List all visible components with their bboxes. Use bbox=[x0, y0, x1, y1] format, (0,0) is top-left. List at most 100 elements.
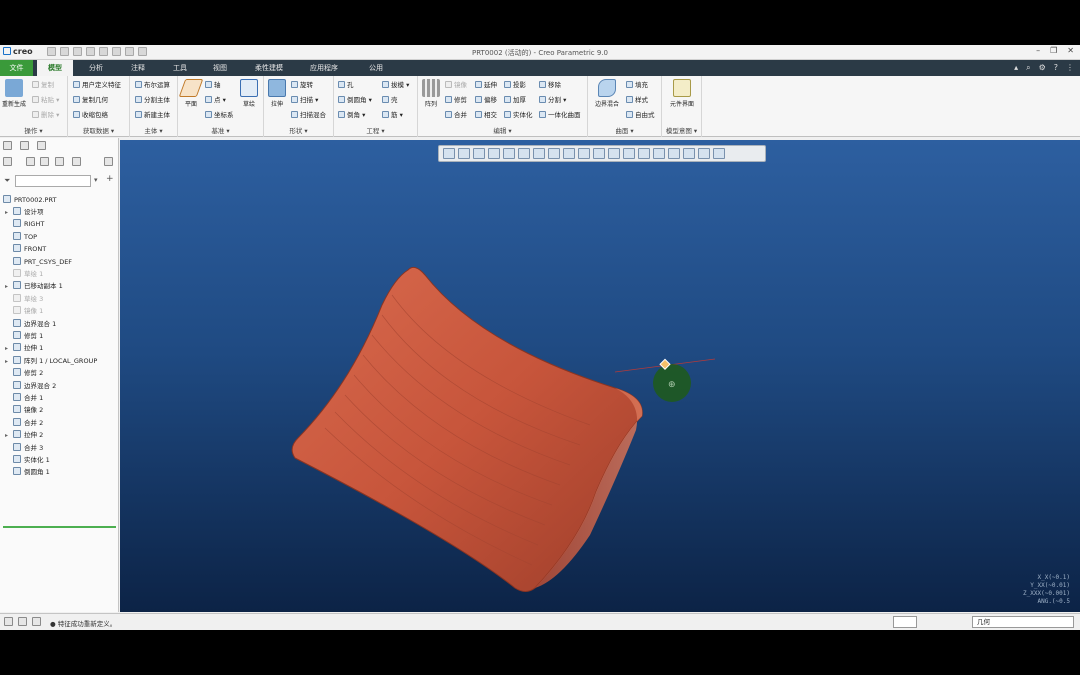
tree-item[interactable]: ▸ 已移动副本 1 bbox=[5, 280, 63, 292]
offset-button[interactable]: 偏移 bbox=[475, 94, 497, 104]
revolve-button[interactable]: 旋转 bbox=[291, 79, 313, 89]
tree-show-icon[interactable] bbox=[3, 157, 12, 166]
graphics-viewport[interactable]: ⊕ X_X(~0.1) Y_XX(~0.01) Z_XXX(~0.001) AN… bbox=[120, 140, 1080, 612]
expand-icon[interactable]: ▸ bbox=[5, 207, 13, 219]
tree-item[interactable]: FRONT bbox=[5, 243, 46, 255]
mirror-button[interactable]: 镜像 bbox=[445, 79, 467, 89]
revolved-part-model[interactable] bbox=[291, 266, 643, 592]
tree-item[interactable]: 镜像 2 bbox=[5, 404, 43, 416]
tree-item[interactable]: ▸ 拉伸 2 bbox=[5, 429, 43, 441]
round-button[interactable]: 倒圆角 ▾ bbox=[338, 94, 372, 104]
freestyle-button[interactable]: 自由式 bbox=[626, 109, 655, 119]
tab-flexible-modeling[interactable]: 柔性建模 bbox=[248, 60, 290, 76]
project-button[interactable]: 投影 bbox=[504, 79, 526, 89]
expand-icon[interactable]: ▸ bbox=[5, 343, 13, 355]
close-icon[interactable]: ✕ bbox=[1067, 46, 1074, 55]
tree-list-icon[interactable] bbox=[26, 157, 35, 166]
plane-button[interactable]: 平面 bbox=[178, 79, 204, 108]
tree-search-input[interactable] bbox=[15, 175, 91, 187]
thicken-button[interactable]: 加厚 bbox=[504, 94, 526, 104]
expand-icon[interactable]: ▸ bbox=[5, 281, 13, 293]
point-button[interactable]: 点 ▾ bbox=[205, 94, 226, 104]
status-icon-3[interactable] bbox=[32, 617, 41, 626]
fill-button[interactable]: 填充 bbox=[626, 79, 648, 89]
tree-item[interactable]: 镜像 1 bbox=[5, 305, 43, 317]
insert-here-marker[interactable] bbox=[3, 526, 116, 528]
unify-surface-button[interactable]: 一体化曲面 bbox=[539, 109, 581, 119]
tree-item[interactable]: 边界混合 2 bbox=[5, 380, 56, 392]
paste-button[interactable]: 粘贴 ▾ bbox=[32, 94, 59, 104]
search-dropdown-icon[interactable]: ▾ bbox=[94, 176, 98, 184]
tab-analysis[interactable]: 分析 bbox=[80, 60, 112, 76]
tree-item[interactable]: PRT_CSYS_DEF bbox=[5, 256, 72, 268]
tree-item[interactable]: 修剪 1 bbox=[5, 330, 43, 342]
tree-item[interactable]: ▸ 拉伸 1 bbox=[5, 342, 43, 354]
tree-item[interactable]: TOP bbox=[5, 231, 37, 243]
tree-item[interactable]: 修剪 2 bbox=[5, 367, 43, 379]
csys-button[interactable]: 坐标系 bbox=[205, 109, 234, 119]
rib-button[interactable]: 筋 ▾ bbox=[382, 109, 403, 119]
tree-item[interactable]: ▸ 设计项 bbox=[5, 206, 44, 218]
udf-button[interactable]: 用户定义特征 bbox=[73, 79, 121, 89]
help-icon[interactable]: ? bbox=[1054, 63, 1058, 73]
status-icon-2[interactable] bbox=[18, 617, 27, 626]
axis-button[interactable]: 轴 bbox=[205, 79, 221, 89]
tab-model[interactable]: 模型 bbox=[37, 60, 73, 76]
intersect-button[interactable]: 相交 bbox=[475, 109, 497, 119]
tab-common[interactable]: 公用 bbox=[360, 60, 392, 76]
pattern-button[interactable]: 阵列 bbox=[418, 79, 444, 108]
regenerate-button[interactable]: 重新生成 bbox=[1, 79, 27, 108]
tree-layers-icon[interactable] bbox=[3, 141, 12, 150]
tree-item[interactable]: 草绘 3 bbox=[5, 293, 43, 305]
selection-tool[interactable] bbox=[893, 616, 917, 628]
minimize-icon[interactable]: – bbox=[1036, 46, 1040, 55]
more-icon[interactable]: ⋮ bbox=[1066, 63, 1074, 73]
style-button[interactable]: 样式 bbox=[626, 94, 648, 104]
delete-button[interactable]: 删除 ▾ bbox=[32, 109, 59, 119]
tree-item[interactable]: ▸ 阵列 1 / LOCAL_GROUP bbox=[5, 355, 97, 367]
split-body-button[interactable]: 分割主体 bbox=[135, 94, 170, 104]
tree-item[interactable]: 倒圆角 1 bbox=[5, 466, 50, 478]
tree-favorites-icon[interactable] bbox=[37, 141, 46, 150]
sketch-button[interactable]: 草绘 bbox=[236, 79, 262, 108]
new-body-button[interactable]: 新建主体 bbox=[135, 109, 170, 119]
swept-blend-button[interactable]: 扫描混合 bbox=[291, 109, 326, 119]
split-button[interactable]: 分割 ▾ bbox=[539, 94, 566, 104]
tree-item[interactable]: 合并 1 bbox=[5, 392, 43, 404]
tree-collapse-icon[interactable] bbox=[104, 157, 113, 166]
tab-annotate[interactable]: 注释 bbox=[122, 60, 154, 76]
tab-file[interactable]: 文件 bbox=[0, 60, 33, 76]
trim-button[interactable]: 修剪 bbox=[445, 94, 467, 104]
expand-icon[interactable]: ▸ bbox=[5, 356, 13, 368]
tab-applications[interactable]: 应用程序 bbox=[302, 60, 346, 76]
remove-button[interactable]: 移除 bbox=[539, 79, 561, 89]
hole-button[interactable]: 孔 bbox=[338, 79, 354, 89]
tree-folder-icon[interactable] bbox=[20, 141, 29, 150]
shell-button[interactable]: 壳 bbox=[382, 94, 398, 104]
extrude-button[interactable]: 拉伸 bbox=[264, 79, 290, 108]
restore-icon[interactable]: ❐ bbox=[1050, 46, 1057, 55]
tab-tools[interactable]: 工具 bbox=[164, 60, 196, 76]
boolean-button[interactable]: 布尔运算 bbox=[135, 79, 170, 89]
tree-item[interactable]: 合并 3 bbox=[5, 442, 43, 454]
tree-columns-icon[interactable] bbox=[40, 157, 49, 166]
selection-filter[interactable]: 几何 bbox=[972, 616, 1074, 628]
status-icon-1[interactable] bbox=[4, 617, 13, 626]
tree-item[interactable]: 合并 2 bbox=[5, 417, 43, 429]
draft-button[interactable]: 拔模 ▾ bbox=[382, 79, 409, 89]
tree-filter-icon[interactable] bbox=[72, 157, 81, 166]
copy-button[interactable]: 复制 bbox=[32, 79, 54, 89]
tree-item[interactable]: 实体化 1 bbox=[5, 454, 50, 466]
expand-icon[interactable]: ▸ bbox=[5, 430, 13, 442]
tree-item[interactable]: 边界混合 1 bbox=[5, 318, 56, 330]
shrinkwrap-button[interactable]: 收缩包络 bbox=[73, 109, 108, 119]
tree-item[interactable]: 草绘 1 bbox=[5, 268, 43, 280]
copy-geometry-button[interactable]: 复制几何 bbox=[73, 94, 108, 104]
chamfer-button[interactable]: 倒角 ▾ bbox=[338, 109, 365, 119]
boundary-blend-button[interactable]: 边界混合 bbox=[592, 79, 622, 108]
solidify-button[interactable]: 实体化 bbox=[504, 109, 533, 119]
search-icon[interactable]: ⌕ bbox=[1026, 63, 1030, 73]
add-icon[interactable]: + bbox=[106, 174, 114, 184]
component-interface-button[interactable]: 元件界面 bbox=[667, 79, 697, 108]
tree-item[interactable]: RIGHT bbox=[5, 218, 44, 230]
